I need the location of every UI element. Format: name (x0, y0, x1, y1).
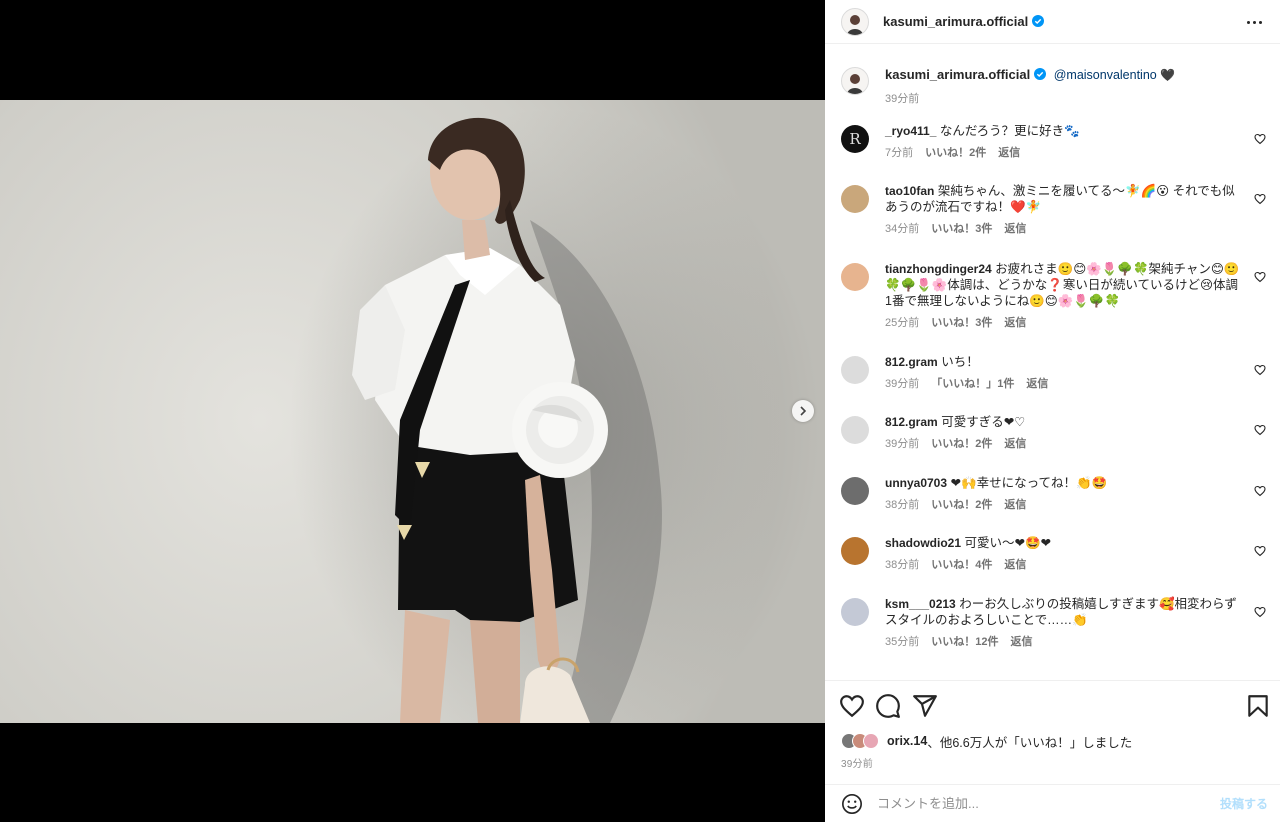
verified-icon (1032, 14, 1045, 27)
comment-username[interactable]: tianzhongdinger24 (885, 262, 992, 276)
reply-button[interactable]: 返信 (1026, 376, 1048, 392)
comment-text: なんだろう？更に好き🐾 (939, 124, 1080, 138)
comment-item: 812.gram 可愛すぎる❤︎♡ 39分前 いいね！2件 返信 (825, 414, 1280, 452)
caption-mention-link[interactable]: @maisonvalentino (1054, 68, 1157, 82)
more-options-button[interactable] (1242, 12, 1266, 32)
comment-time: 38分前 (885, 559, 920, 571)
post-timestamp: 39分前 (841, 759, 873, 770)
likes-summary: orix.14 、他6.6万人が「いいね！」しました (841, 732, 1132, 750)
comment-avatar[interactable] (841, 537, 869, 565)
account-username[interactable]: kasumi_arimura.official (883, 13, 1045, 31)
comment-time: 38分前 (885, 499, 920, 511)
comment-likes[interactable]: いいね！3件 (931, 221, 992, 237)
comment-input[interactable] (877, 796, 1197, 811)
heart-icon[interactable] (1254, 545, 1266, 557)
first-liker-link[interactable]: orix.14 (887, 734, 927, 748)
comment-item: R _ryo411_ なんだろう？更に好き🐾 7分前 いいね！2件 返信 (825, 123, 1280, 161)
avatar-image (847, 74, 863, 94)
comment-icon[interactable] (875, 693, 901, 719)
comment-avatar[interactable]: R (841, 125, 869, 153)
comment-item: shadowdio21 可愛い〜❤🤩❤ 38分前 いいね！4件 返信 (825, 535, 1280, 573)
comment-username[interactable]: shadowdio21 (885, 536, 961, 550)
emoji-icon[interactable] (841, 793, 863, 815)
post-comment-button[interactable]: 投稿する (1220, 795, 1268, 812)
reply-button[interactable]: 返信 (1004, 557, 1026, 573)
heart-icon[interactable] (1254, 606, 1266, 618)
comment-item: tao10fan 架純ちゃん、激ミニを履いてる〜🧚🌈😮 それでも似あうのが流石で… (825, 183, 1280, 237)
comment-avatar[interactable] (841, 263, 869, 291)
post-side-panel: kasumi_arimura.official kasumi_arimura.o… (825, 0, 1280, 822)
account-avatar[interactable] (841, 7, 869, 36)
comment-username[interactable]: unnya0703 (885, 476, 947, 490)
bookmark-icon[interactable] (1245, 693, 1271, 719)
comment-username[interactable]: _ryo411_ (885, 124, 936, 138)
photo-illustration (352, 117, 662, 723)
comment-username[interactable]: 812.gram (885, 415, 938, 429)
likes-summary-text[interactable]: 、他6.6万人が「いいね！」しました (927, 732, 1132, 751)
chevron-right-icon (800, 406, 807, 416)
reply-button[interactable]: 返信 (1004, 436, 1026, 452)
add-comment-bar: 投稿する (825, 784, 1280, 822)
comment-likes[interactable]: 「いいね！」1件 (931, 376, 1014, 392)
comment-item: 812.gram いち！ 39分前 「いいね！」1件 返信 (825, 354, 1280, 392)
comment-likes[interactable]: いいね！3件 (931, 315, 992, 331)
comment-likes[interactable]: いいね！2件 (931, 436, 992, 452)
caption-username[interactable]: kasumi_arimura.official (885, 67, 1030, 82)
heart-icon[interactable] (1254, 364, 1266, 376)
comment-text: いち！ (941, 355, 979, 369)
caption-emoji: 🖤 (1160, 68, 1176, 82)
comment-avatar[interactable] (841, 477, 869, 505)
caption-meta: 39分前 (885, 91, 1175, 107)
heart-icon[interactable] (1254, 133, 1266, 145)
verified-icon (1034, 68, 1047, 80)
comment-time: 7分前 (885, 147, 914, 159)
comment-likes[interactable]: いいね！12件 (931, 634, 998, 650)
caption-avatar[interactable] (841, 67, 869, 95)
comment-username[interactable]: ksm___0213 (885, 597, 956, 611)
comment-time: 35分前 (885, 636, 920, 648)
comment-text: 架純ちゃん、激ミニを履いてる〜🧚🌈😮 それでも似あうのが流石ですね！❤️🧚 (885, 184, 1235, 214)
heart-icon[interactable] (1254, 193, 1266, 205)
post-header: kasumi_arimura.official (825, 0, 1280, 44)
reply-button[interactable]: 返信 (1004, 497, 1026, 513)
reply-button[interactable]: 返信 (998, 145, 1020, 161)
post-photo (0, 100, 825, 723)
comment-avatar[interactable] (841, 416, 869, 444)
caption-time: 39分前 (885, 93, 920, 105)
heart-icon[interactable] (1254, 424, 1266, 436)
comment-likes[interactable]: いいね！2件 (931, 497, 992, 513)
post-actions (825, 680, 1280, 732)
more-icon (1246, 20, 1250, 24)
heart-icon[interactable] (839, 693, 865, 719)
comment-time: 34分前 (885, 223, 920, 235)
heart-icon[interactable] (1254, 485, 1266, 497)
comment-text: ❤🙌幸せになってね！👏🤩 (950, 476, 1108, 490)
post-media (0, 0, 825, 822)
next-image-button[interactable] (792, 400, 814, 422)
liker-avatar (863, 733, 879, 749)
comment-avatar[interactable] (841, 598, 869, 626)
comment-item: ksm___0213 わーお久しぶりの投稿嬉しすぎます🥰相変わらずスタイルのおよ… (825, 596, 1280, 650)
comment-avatar[interactable] (841, 356, 869, 384)
comment-item: tianzhongdinger24 お疲れさま🙂😊🌸🌷🌳🍀架純チャン😊🙂🍀🌳🌷🌸… (825, 261, 1280, 331)
comment-time: 39分前 (885, 378, 920, 390)
reply-button[interactable]: 返信 (1004, 221, 1026, 237)
comment-item: unnya0703 ❤🙌幸せになってね！👏🤩 38分前 いいね！2件 返信 (825, 475, 1280, 513)
comment-avatar[interactable] (841, 185, 869, 213)
comment-likes[interactable]: いいね！4件 (931, 557, 992, 573)
comments-list[interactable]: kasumi_arimura.official @maisonvalentino… (825, 45, 1280, 680)
comment-username[interactable]: 812.gram (885, 355, 938, 369)
reply-button[interactable]: 返信 (1004, 315, 1026, 331)
comment-time: 25分前 (885, 317, 920, 329)
comment-text: 可愛すぎる❤︎♡ (941, 415, 1026, 429)
reply-button[interactable]: 返信 (1011, 634, 1033, 650)
comment-text: 可愛い〜❤🤩❤ (964, 536, 1052, 550)
heart-icon[interactable] (1254, 271, 1266, 283)
comment-time: 39分前 (885, 438, 920, 450)
comment-likes[interactable]: いいね！2件 (925, 145, 986, 161)
share-icon[interactable] (912, 693, 938, 719)
comment-username[interactable]: tao10fan (885, 184, 934, 198)
avatar-image (847, 14, 863, 35)
